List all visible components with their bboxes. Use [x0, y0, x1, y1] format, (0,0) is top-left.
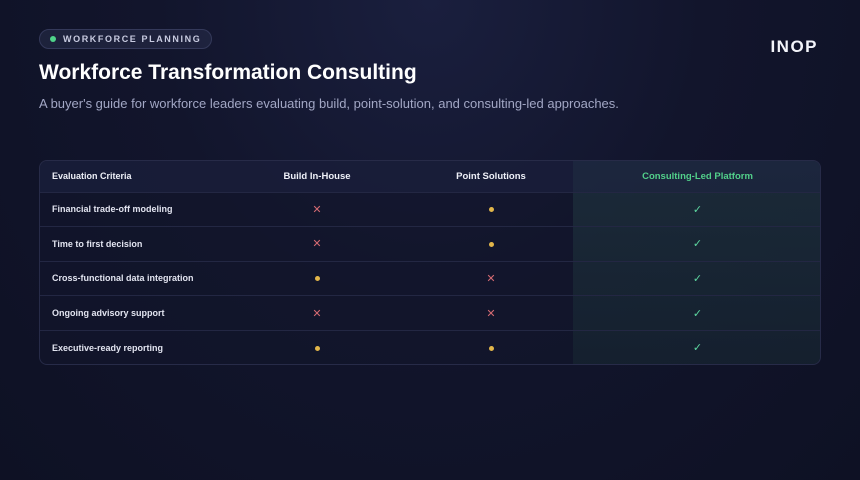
criteria-label: Executive-ready reporting — [52, 342, 164, 353]
criteria-label: Ongoing advisory support — [52, 308, 165, 319]
check-icon: ✓ — [692, 342, 703, 355]
rating-cell: ✕ — [225, 227, 409, 262]
status-dot-icon — [50, 36, 56, 42]
rating-cell: ✓ — [573, 192, 820, 227]
page-title: Workforce Transformation Consulting — [39, 61, 417, 84]
table-row: Ongoing advisory support ✕ ✕ ✓ — [40, 295, 820, 331]
rating-cell: ✓ — [573, 227, 820, 262]
rating-cell — [409, 330, 573, 364]
table-row: Cross-functional data integration ✕ ✓ — [40, 261, 820, 296]
cross-icon: ✕ — [312, 307, 322, 320]
rating-cell — [409, 192, 573, 227]
header-consulting-led: Consulting-Led Platform — [642, 170, 753, 182]
check-icon: ✓ — [692, 307, 703, 320]
rating-cell: ✕ — [225, 192, 409, 227]
rating-cell — [225, 330, 409, 364]
rating-cell: ✕ — [225, 296, 409, 331]
page-subtitle: A buyer's guide for workforce leaders ev… — [39, 96, 619, 111]
table-header-row: Evaluation Criteria Build In-House Point… — [40, 161, 820, 192]
rating-cell: ✕ — [409, 261, 573, 296]
criteria-label: Time to first decision — [52, 238, 143, 249]
category-tag-label: WORKFORCE PLANNING — [63, 34, 202, 44]
cross-icon: ✕ — [486, 272, 496, 285]
table-row: Executive-ready reporting ✓ — [40, 330, 820, 364]
partial-dot-icon — [314, 345, 320, 351]
partial-dot-icon — [314, 276, 320, 282]
category-tag: WORKFORCE PLANNING — [39, 29, 213, 49]
rating-cell: ✓ — [573, 261, 820, 296]
comparison-table: Evaluation Criteria Build In-House Point… — [39, 160, 821, 365]
table-row: Financial trade-off modeling ✕ ✓ — [40, 192, 820, 227]
criteria-label: Financial trade-off modeling — [52, 204, 173, 215]
header-criteria: Evaluation Criteria — [52, 171, 132, 182]
partial-dot-icon — [488, 345, 494, 351]
brand-logo: INOP — [770, 37, 818, 56]
cross-icon: ✕ — [312, 238, 322, 251]
rating-cell — [409, 227, 573, 262]
rating-cell: ✓ — [573, 330, 820, 364]
check-icon: ✓ — [692, 238, 703, 251]
rating-cell — [225, 261, 409, 296]
table-row: Time to first decision ✕ ✓ — [40, 226, 820, 262]
cross-icon: ✕ — [312, 203, 322, 216]
cross-icon: ✕ — [486, 307, 496, 320]
criteria-label: Cross-functional data integration — [52, 273, 194, 284]
rating-cell: ✕ — [409, 296, 573, 331]
check-icon: ✓ — [692, 203, 703, 216]
header-build-in-house: Build In-House — [283, 170, 351, 182]
partial-dot-icon — [488, 241, 494, 247]
check-icon: ✓ — [692, 272, 703, 285]
partial-dot-icon — [488, 207, 494, 213]
header-point-solutions: Point Solutions — [456, 170, 526, 182]
rating-cell: ✓ — [573, 296, 820, 331]
